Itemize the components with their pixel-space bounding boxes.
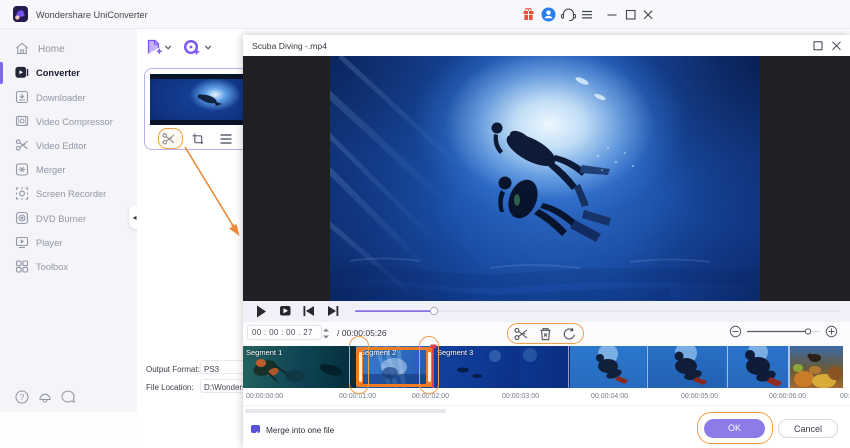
svg-text:?: ? bbox=[20, 392, 25, 402]
